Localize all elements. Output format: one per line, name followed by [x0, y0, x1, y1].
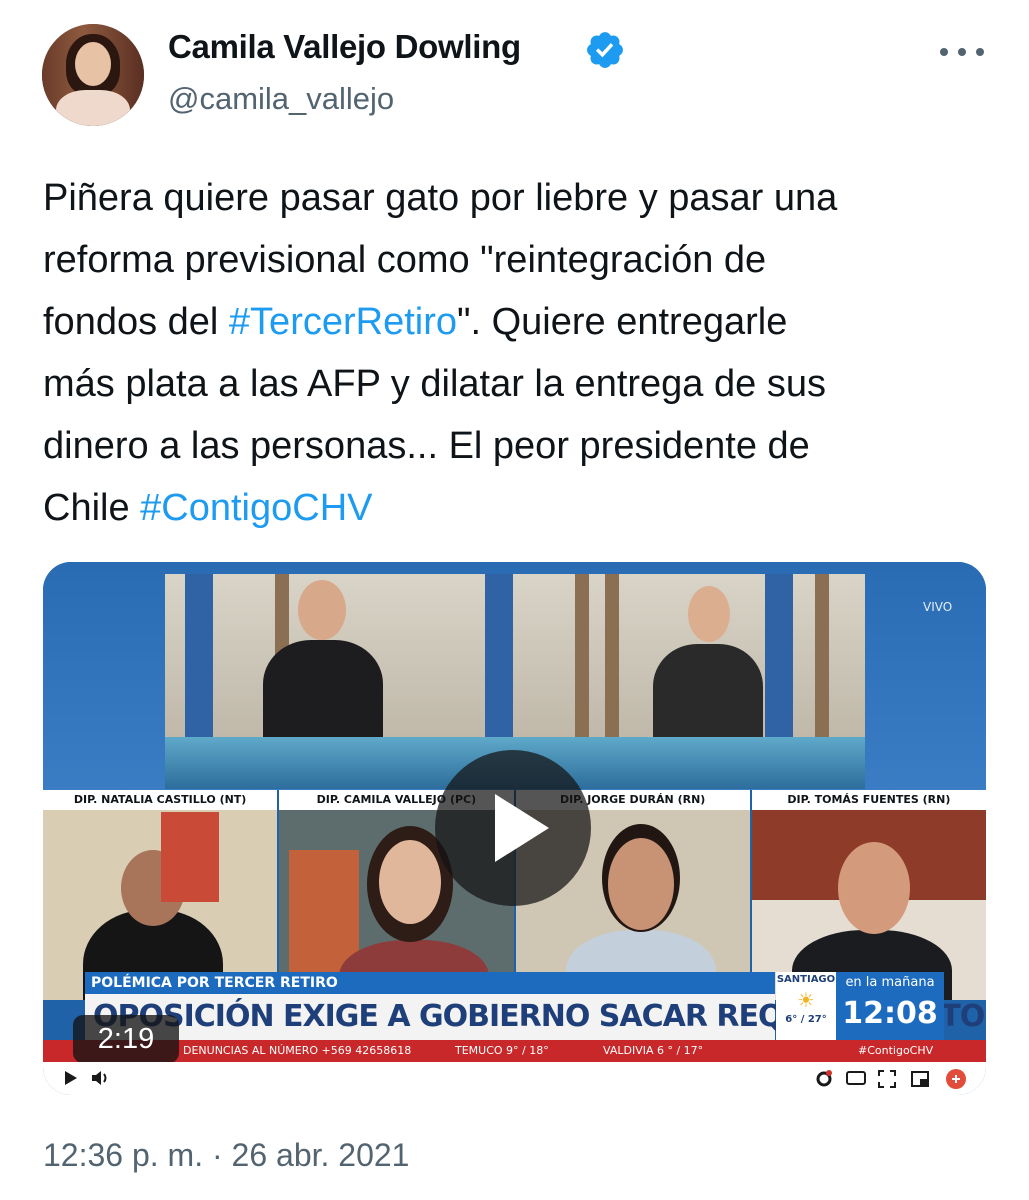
settings-icon[interactable] — [815, 1070, 833, 1088]
clock-time: 12:08 — [842, 996, 938, 1031]
video-panel: DIP. TOMÁS FUENTES (RN) — [749, 790, 986, 1000]
more-dot — [958, 48, 966, 56]
fullscreen-icon[interactable] — [878, 1070, 896, 1088]
ticker-text: TEMUCO 9° / 18° — [455, 1044, 549, 1057]
tv-clock: en la mañana 12:08 — [836, 972, 944, 1040]
play-icon — [495, 794, 549, 862]
video-duration: 2:19 — [73, 1015, 179, 1063]
panelist-head — [837, 842, 910, 934]
tweet-text-segment: más plata a las AFP y dilatar la entrega… — [43, 363, 826, 405]
ticker-text: VALDIVIA 6 ° / 17° — [603, 1044, 704, 1057]
verified-badge-icon — [587, 32, 623, 68]
channel-logo-icon — [946, 1069, 966, 1089]
captions-icon[interactable] — [846, 1070, 866, 1086]
ticker-text: DENUNCIAS AL NÚMERO +569 42658618 — [183, 1044, 412, 1057]
studio-column — [485, 574, 513, 749]
presenter-male-head — [298, 580, 346, 640]
live-indicator: VIVO — [923, 600, 953, 614]
video-panel: DIP. NATALIA CASTILLO (NT) — [43, 790, 278, 1000]
tweet-line: dinero a las personas... El peor preside… — [43, 415, 988, 477]
lower-third-headline: OPOSICIÓN EXIGE A GOBIERNO SACAR REQUERI… — [85, 994, 986, 1040]
tweet-text-segment: ". Quiere entregarle — [457, 301, 788, 343]
panel-label: DIP. TOMÁS FUENTES (RN) — [751, 790, 986, 810]
tweet-text-segment: Piñera quiere pasar gato por liebre y pa… — [43, 177, 838, 219]
tweet-line: más plata a las AFP y dilatar la entrega… — [43, 353, 988, 415]
tweet-text-segment: Chile — [43, 487, 141, 529]
tweet-text-segment: dinero a las personas... El peor preside… — [43, 425, 810, 467]
avatar[interactable] — [42, 24, 144, 126]
tweet-text-segment: fondos del — [43, 301, 229, 343]
studio-column — [185, 574, 213, 749]
volume-icon[interactable] — [91, 1070, 111, 1086]
weather-city: SANTIAGO — [776, 974, 836, 985]
panelist-head — [379, 840, 442, 924]
hashtag-link-tercer-retiro[interactable]: #TercerRetiro — [229, 301, 457, 343]
pip-icon[interactable] — [911, 1070, 929, 1088]
author-handle[interactable]: @camila_vallejo — [168, 81, 394, 117]
video-player[interactable]: VIVO DIP. NATALIA CASTILLO (NT) DIP. CAM… — [43, 562, 986, 1095]
tweet-text-segment: reforma previsional como "reintegración … — [43, 239, 767, 281]
tweet-line: fondos del #TercerRetiro". Quiere entreg… — [43, 291, 988, 353]
tv-weather-widget: SANTIAGO ☀ 6° / 27° — [776, 972, 836, 1040]
weather-temp: 6° / 27° — [785, 1014, 827, 1025]
panel-label: DIP. NATALIA CASTILLO (NT) — [43, 790, 278, 810]
ticker-text: #ContigoCHV — [858, 1044, 934, 1057]
avatar-body — [56, 90, 130, 126]
hashtag-link-contigo-chv[interactable]: #ContigoCHV — [140, 487, 372, 529]
presenter-female-head — [688, 586, 730, 642]
wall-poster — [161, 812, 219, 902]
more-dot — [940, 48, 948, 56]
tweet-line: Chile #ContigoCHV — [43, 477, 988, 539]
author-name[interactable]: Camila Vallejo Dowling — [168, 28, 521, 66]
tweet-line: Piñera quiere pasar gato por liebre y pa… — [43, 167, 988, 229]
presenter-female-body — [653, 644, 763, 750]
clock-subtitle: en la mañana — [845, 975, 935, 990]
more-dot — [976, 48, 984, 56]
tweet-timestamp[interactable]: 12:36 p. m. · 26 abr. 2021 — [43, 1137, 409, 1174]
play-icon[interactable] — [63, 1070, 79, 1086]
avatar-face — [75, 42, 111, 86]
panelist-head — [607, 838, 674, 930]
tv-lower-third: POLÉMICA POR TERCER RETIRO OPOSICIÓN EXI… — [85, 972, 986, 1042]
studio-column — [765, 574, 793, 749]
tv-ticker: DENUNCIAS AL NÚMERO +569 42658618 TEMUCO… — [43, 1040, 986, 1062]
play-button[interactable] — [435, 750, 591, 906]
presenter-male-body — [263, 640, 383, 750]
more-options-icon[interactable] — [940, 38, 984, 66]
lower-third-kicker: POLÉMICA POR TERCER RETIRO — [85, 972, 775, 994]
tweet-text: Piñera quiere pasar gato por liebre y pa… — [43, 167, 988, 539]
sun-icon: ☀ — [797, 988, 815, 1012]
video-controls-bar — [43, 1062, 986, 1095]
tweet-line: reforma previsional como "reintegración … — [43, 229, 988, 291]
